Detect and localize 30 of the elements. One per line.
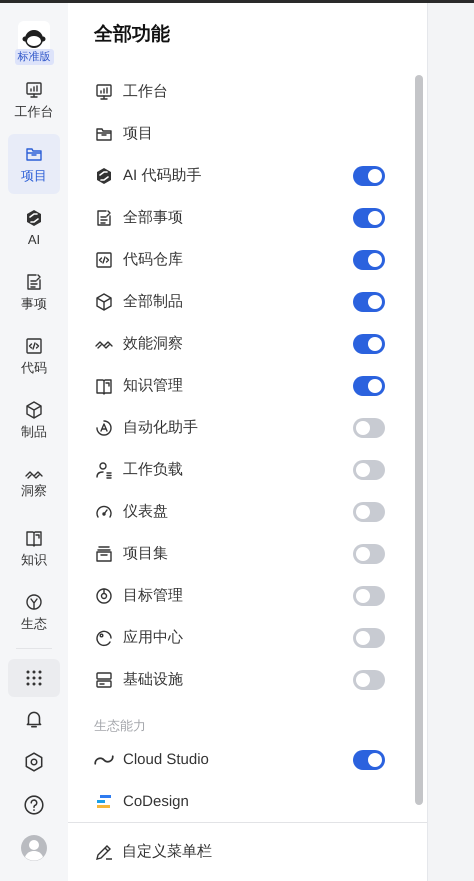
feature-label: 仪表盘 [123,502,169,522]
sidebar-nav-item[interactable]: 代码 [8,326,60,386]
sidebar-nav-item[interactable]: 洞察 [8,454,60,514]
feature-label: CoDesign [123,792,190,812]
feature-label: 全部制品 [123,292,184,312]
sidebar-nav-item[interactable]: AI [8,198,60,258]
sidebar-nav-item[interactable]: 事项 [8,262,60,322]
customize-menu-link[interactable]: 自定义菜单栏 [122,840,212,864]
feature-label: 知识管理 [123,376,184,396]
feature-label: 项目 [123,124,154,144]
sidebar-nav-item[interactable]: 工作台 [8,70,60,130]
feature-label: 基础设施 [123,670,184,690]
feature-label: 项目集 [123,544,169,564]
feature-label: Cloud Studio [123,750,210,770]
feature-label: 工作台 [123,82,169,102]
feature-label: 代码仓库 [123,250,184,270]
sidebar-nav-item[interactable]: 制品 [8,390,60,450]
edition-badge: 标准版 [14,49,54,65]
section-title: 生态能力 [94,716,146,734]
sidebar-nav-item[interactable]: 生态 [8,582,60,642]
feature-label: 自动化助手 [123,418,199,438]
feature-label: 效能洞察 [123,334,184,354]
feature-label: 工作负载 [123,460,184,480]
sidebar-nav-item[interactable]: 项目 [8,134,60,194]
feature-label: 全部事项 [123,208,184,228]
panel-title: 全部功能 [94,22,170,48]
sidebar-nav-item[interactable]: 知识 [8,518,60,578]
feature-label: AI 代码助手 [123,166,202,186]
feature-label: 应用中心 [123,628,184,648]
feature-label: 目标管理 [123,586,184,606]
